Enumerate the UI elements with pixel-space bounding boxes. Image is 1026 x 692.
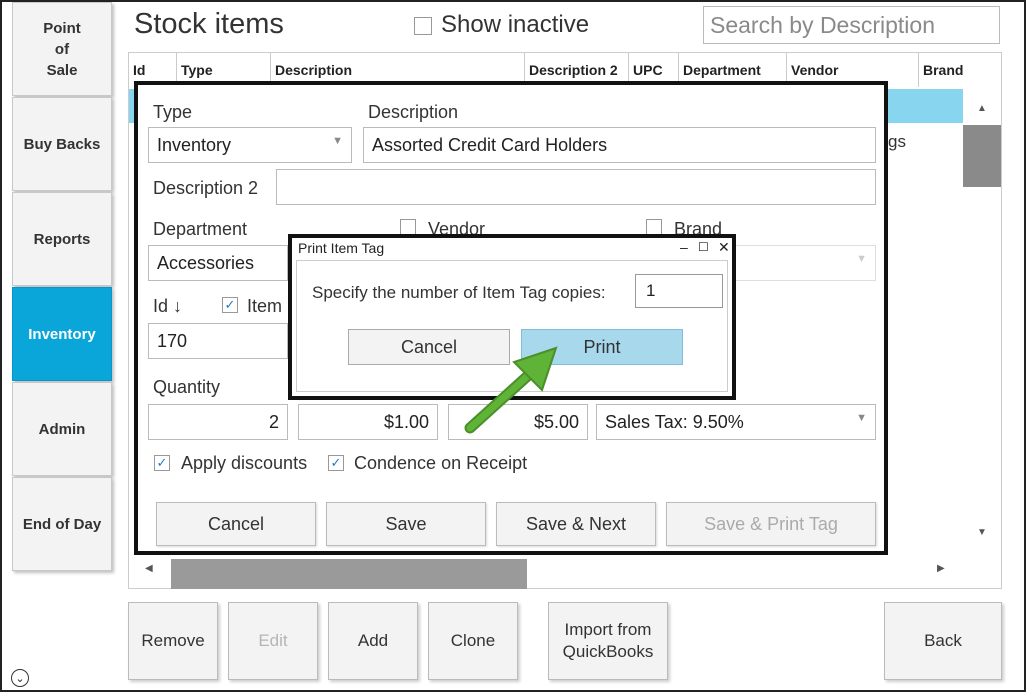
edit-button[interactable]: Edit (228, 602, 318, 680)
horizontal-scrollbar[interactable]: ◀ ▶ (129, 553, 963, 589)
department-label: Department (153, 219, 248, 239)
save-next-button[interactable]: Save & Next (496, 502, 656, 546)
dialog-titlebar[interactable]: Print Item Tag – ☐ ✕ (292, 238, 732, 260)
description-field[interactable]: Assorted Credit Card Holders (363, 127, 876, 163)
minimize-icon[interactable]: – (680, 239, 688, 255)
save-print-tag-button[interactable]: Save & Print Tag (666, 502, 876, 546)
apply-discounts-checkbox[interactable]: ✓ (154, 455, 170, 471)
nav-point-of-sale[interactable]: Point of Sale (12, 2, 112, 96)
remove-button[interactable]: Remove (128, 602, 218, 680)
description-2-field[interactable] (276, 169, 876, 205)
scroll-left-icon[interactable]: ◀ (145, 563, 153, 574)
add-button[interactable]: Add (328, 602, 418, 680)
vendor-checkbox[interactable] (400, 219, 416, 235)
type-select[interactable]: Inventory ▼ (148, 127, 352, 163)
brand-checkbox[interactable] (646, 219, 662, 235)
scroll-up-icon[interactable]: ▲ (963, 103, 1001, 114)
maximize-icon[interactable]: ☐ (698, 240, 709, 254)
copies-prompt: Specify the number of Item Tag copies: (312, 283, 606, 302)
chevron-down-icon: ▼ (332, 135, 343, 147)
green-arrow-annotation (464, 346, 558, 434)
scroll-down-icon[interactable]: ▼ (963, 527, 1001, 538)
vertical-scroll-thumb[interactable] (963, 125, 1001, 187)
condence-receipt-checkbox[interactable]: ✓ (328, 455, 344, 471)
dialog-title: Print Item Tag (298, 240, 385, 256)
vertical-scrollbar[interactable]: ▲ ▼ (963, 89, 1001, 551)
nav-reports[interactable]: Reports (12, 192, 112, 286)
copies-input[interactable]: 1 (635, 274, 723, 308)
condence-receipt-label: Condence on Receipt (354, 453, 528, 473)
id-field[interactable]: 170 (148, 323, 288, 359)
page-title: Stock items (134, 8, 284, 40)
description-2-label: Description 2 (153, 178, 259, 198)
form-save-button[interactable]: Save (326, 502, 486, 546)
column-brand[interactable]: Brand (919, 53, 1001, 87)
back-button[interactable]: Back (884, 602, 1002, 680)
id-label[interactable]: Id ↓ (153, 296, 182, 317)
close-icon[interactable]: ✕ (718, 239, 730, 256)
type-label: Type (153, 102, 193, 122)
chevron-down-icon: ▼ (856, 412, 867, 424)
chevron-down-icon: ▼ (856, 253, 867, 265)
nav-end-of-day[interactable]: End of Day (12, 477, 112, 571)
quantity-label: Quantity (153, 377, 221, 397)
scroll-right-icon[interactable]: ▶ (937, 563, 945, 574)
apply-discounts-label: Apply discounts (181, 453, 308, 473)
chevron-down-icon[interactable]: ⌄ (11, 669, 29, 687)
show-inactive-label[interactable]: Show inactive (441, 11, 589, 39)
import-quickbooks-button[interactable]: Import from QuickBooks (548, 602, 668, 680)
item-checkbox[interactable]: ✓ (222, 297, 238, 313)
clone-button[interactable]: Clone (428, 602, 518, 680)
nav-inventory[interactable]: Inventory (12, 287, 112, 381)
tax-value: Sales Tax: 9.50% (605, 412, 744, 432)
description-label: Description (368, 102, 459, 122)
department-select[interactable]: Accessories (148, 245, 288, 281)
item-label: Item (247, 296, 283, 316)
horizontal-scroll-thumb[interactable] (171, 559, 527, 589)
cost-field[interactable]: $1.00 (298, 404, 438, 440)
row-brand-cell: gs (888, 132, 906, 151)
type-value: Inventory (157, 135, 232, 155)
nav-buy-backs[interactable]: Buy Backs (12, 97, 112, 191)
nav-admin[interactable]: Admin (12, 382, 112, 476)
search-input[interactable] (703, 6, 1000, 44)
quantity-field[interactable]: 2 (148, 404, 288, 440)
form-cancel-button[interactable]: Cancel (156, 502, 316, 546)
tax-select[interactable]: Sales Tax: 9.50% ▼ (596, 404, 876, 440)
show-inactive-checkbox[interactable] (414, 17, 432, 35)
